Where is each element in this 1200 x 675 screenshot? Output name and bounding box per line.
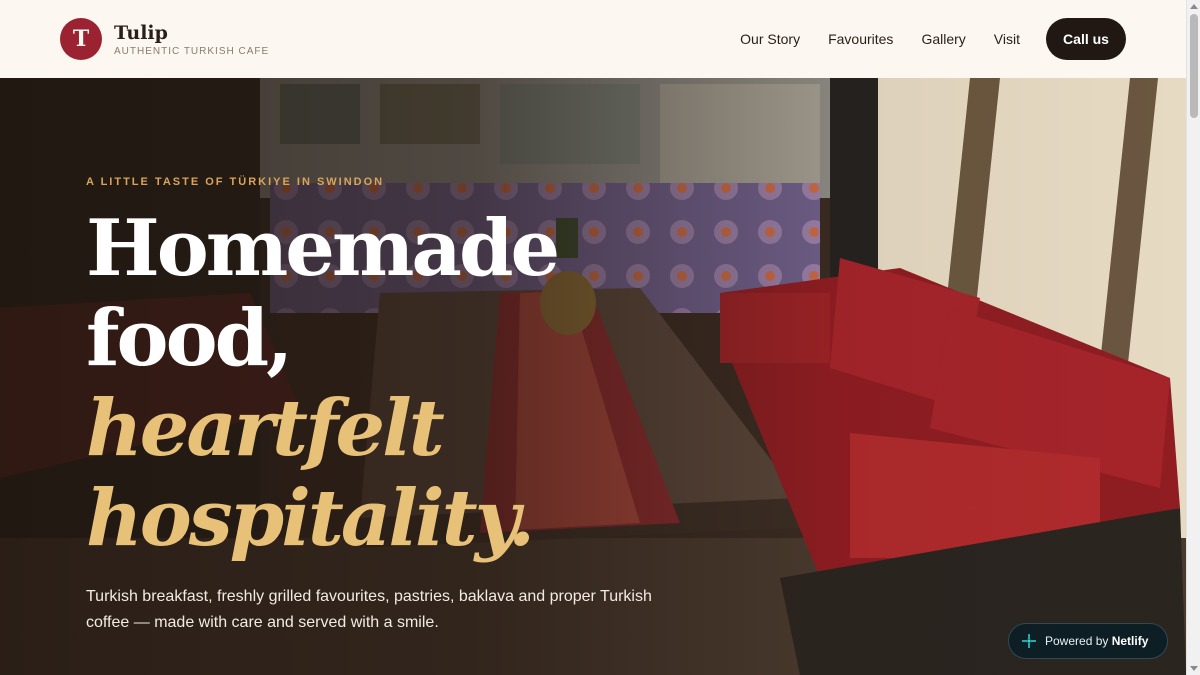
hero-content: A LITTLE TASTE OF TÜRKIYE IN SWINDON Hom… <box>86 176 706 652</box>
netlify-icon <box>1022 634 1036 648</box>
logo-icon: T <box>60 18 102 60</box>
headline-accent-1: heartfelt <box>86 383 445 474</box>
call-us-button[interactable]: Call us <box>1046 18 1126 60</box>
nav-link-visit[interactable]: Visit <box>994 31 1020 47</box>
brand-logo-link[interactable]: T Tulip AUTHENTIC TURKISH CAFE <box>60 18 269 60</box>
brand-text: Tulip AUTHENTIC TURKISH CAFE <box>114 22 269 57</box>
hero-intro: Turkish breakfast, freshly grilled favou… <box>86 588 652 631</box>
scroll-thumb[interactable] <box>1190 14 1198 118</box>
headline-accent-2: hospitality. <box>86 473 535 564</box>
scroll-down-icon[interactable] <box>1190 666 1198 671</box>
brand-tagline: AUTHENTIC TURKISH CAFE <box>114 45 270 57</box>
nav-link-our-story[interactable]: Our Story <box>740 31 800 47</box>
page-scrollbar[interactable] <box>1186 0 1200 675</box>
netlify-prefix: Powered by <box>1045 634 1109 648</box>
site-header: T Tulip AUTHENTIC TURKISH CAFE Our Story… <box>0 0 1186 78</box>
netlify-brand: Netlify <box>1111 634 1149 648</box>
main-nav: Our Story Favourites Gallery Visit Call … <box>740 18 1126 60</box>
hero-eyebrow: A LITTLE TASTE OF TÜRKIYE IN SWINDON <box>86 176 385 188</box>
hero-section: A LITTLE TASTE OF TÜRKIYE IN SWINDON Hom… <box>0 78 1186 675</box>
nav-link-favourites[interactable]: Favourites <box>828 31 893 47</box>
netlify-badge[interactable]: Powered by Netlify <box>1008 623 1168 659</box>
headline-line-2: food, <box>86 293 293 384</box>
brand-name: Tulip <box>114 21 168 44</box>
hero-headline: Homemade food, heartfelt hospitality. <box>86 204 706 564</box>
nav-link-gallery[interactable]: Gallery <box>921 31 965 47</box>
netlify-text: Powered by Netlify <box>1045 634 1148 648</box>
scroll-up-icon[interactable] <box>1190 4 1198 9</box>
headline-line-1: Homemade <box>86 203 560 294</box>
